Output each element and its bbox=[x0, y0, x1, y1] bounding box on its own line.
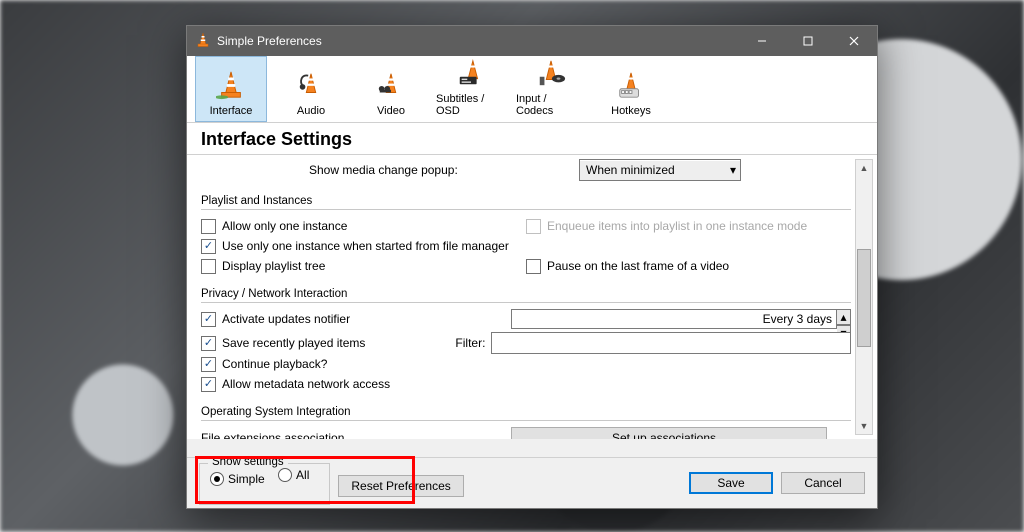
tab-video[interactable]: Video bbox=[355, 56, 427, 122]
cancel-button[interactable]: Cancel bbox=[781, 472, 865, 494]
tab-label: Video bbox=[377, 105, 405, 117]
group-os-title: Operating System Integration bbox=[201, 406, 851, 418]
media-popup-combo[interactable]: When minimized ▾ bbox=[579, 159, 741, 181]
continue-playback-checkbox[interactable] bbox=[201, 357, 216, 372]
activate-updates-checkbox[interactable] bbox=[201, 312, 216, 327]
group-playlist-title: Playlist and Instances bbox=[201, 195, 851, 207]
pause-last-frame-checkbox[interactable] bbox=[526, 259, 541, 274]
group-privacy-title: Privacy / Network Interaction bbox=[201, 288, 851, 300]
save-recent-checkbox[interactable] bbox=[201, 336, 216, 351]
tab-label: Audio bbox=[297, 105, 325, 117]
update-interval-spinner[interactable]: Every 3 days ▴▾ bbox=[511, 309, 851, 329]
scroll-down-icon[interactable]: ▼ bbox=[856, 418, 872, 434]
category-tabs: Interface Audio Video Subtitles / OSD In… bbox=[187, 56, 877, 123]
window-title: Simple Preferences bbox=[217, 34, 322, 48]
show-settings-group: Show settings Simple All bbox=[199, 463, 330, 505]
settings-scroll-area: Show media change popup: When minimized … bbox=[201, 155, 851, 439]
media-popup-label: Show media change popup: bbox=[309, 163, 458, 177]
close-button[interactable] bbox=[831, 26, 877, 56]
save-button[interactable]: Save bbox=[689, 472, 773, 494]
dialog-footer: Show settings Simple All Reset Preferenc… bbox=[187, 457, 877, 508]
tab-audio[interactable]: Audio bbox=[275, 56, 347, 122]
reset-preferences-button[interactable]: Reset Preferences bbox=[338, 475, 463, 497]
chevron-down-icon: ▾ bbox=[730, 163, 736, 177]
scrollbar-track[interactable] bbox=[856, 176, 872, 418]
file-ext-label: File extensions association bbox=[201, 431, 344, 439]
tab-label: Interface bbox=[210, 105, 253, 117]
radio-all[interactable]: All bbox=[278, 468, 309, 482]
scroll-up-icon[interactable]: ▲ bbox=[856, 160, 872, 176]
tab-hotkeys[interactable]: Hotkeys bbox=[595, 56, 667, 122]
spin-up-icon[interactable]: ▴ bbox=[837, 309, 851, 325]
allow-metadata-checkbox[interactable] bbox=[201, 377, 216, 392]
tab-subtitles[interactable]: Subtitles / OSD bbox=[435, 56, 507, 122]
allow-one-instance-checkbox[interactable] bbox=[201, 219, 216, 234]
vertical-scrollbar[interactable]: ▲ ▼ bbox=[855, 159, 873, 435]
tab-label: Hotkeys bbox=[611, 105, 651, 117]
preferences-window: Simple Preferences Interface Audio Video… bbox=[186, 25, 878, 509]
combo-value: When minimized bbox=[586, 163, 675, 177]
vlc-cone-icon bbox=[195, 32, 211, 51]
tab-label: Input / Codecs bbox=[516, 93, 586, 117]
tab-interface[interactable]: Interface bbox=[195, 56, 267, 122]
show-settings-legend: Show settings bbox=[208, 456, 288, 468]
radio-simple[interactable]: Simple bbox=[210, 472, 265, 486]
maximize-button[interactable] bbox=[785, 26, 831, 56]
use-one-instance-checkbox[interactable] bbox=[201, 239, 216, 254]
titlebar[interactable]: Simple Preferences bbox=[187, 26, 877, 56]
filter-input[interactable] bbox=[491, 332, 851, 354]
filter-label: Filter: bbox=[455, 336, 485, 350]
tab-label: Subtitles / OSD bbox=[436, 93, 506, 117]
scrollbar-thumb[interactable] bbox=[857, 249, 871, 348]
page-title: Interface Settings bbox=[187, 123, 877, 155]
display-tree-checkbox[interactable] bbox=[201, 259, 216, 274]
setup-associations-button[interactable]: Set up associations... bbox=[511, 427, 827, 439]
minimize-button[interactable] bbox=[739, 26, 785, 56]
enqueue-checkbox bbox=[526, 219, 541, 234]
tab-input-codecs[interactable]: Input / Codecs bbox=[515, 56, 587, 122]
